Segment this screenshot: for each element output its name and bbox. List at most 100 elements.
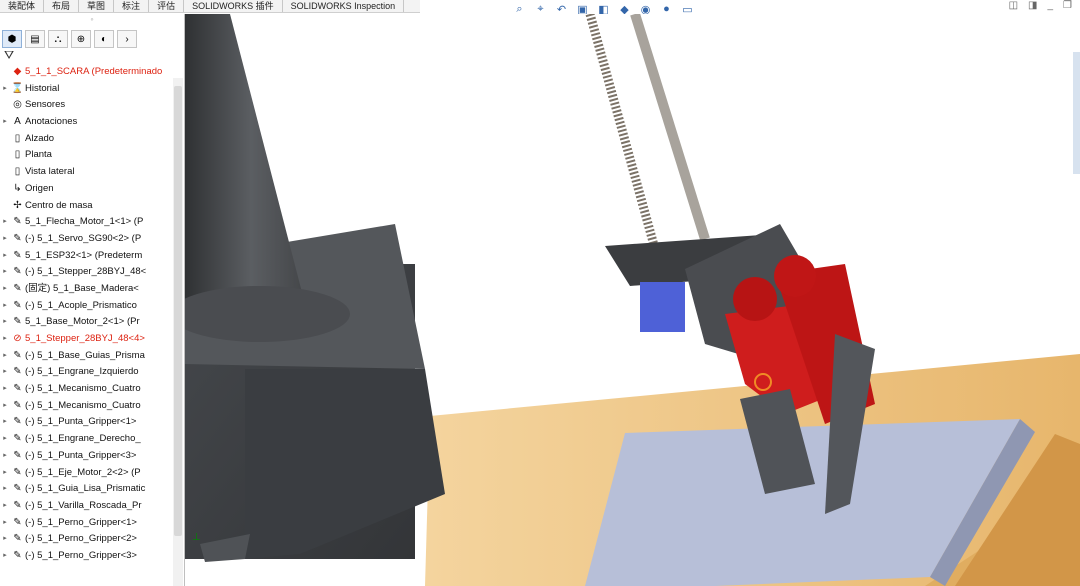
tree-item-label: 5_1_Stepper_28BYJ_48<4> [25, 333, 145, 344]
expand-arrow-icon[interactable]: ▸ [0, 414, 10, 431]
tab-assembly[interactable]: 装配体 [0, 0, 45, 12]
plane-icon: ▯ [14, 166, 21, 178]
feature-manager-tree-icon[interactable]: ⬢ [2, 30, 22, 48]
tree-item[interactable]: ▸ ✎ (-) 5_1_Eje_Motor_2<2> (P [0, 465, 184, 482]
tree-item[interactable]: ◎ Sensores [0, 97, 184, 114]
part-icon: ✎ [13, 449, 22, 461]
tree-item[interactable]: ▸ ⌛ Historial [0, 81, 184, 98]
tree-item[interactable]: ▸ ✎ (-) 5_1_Base_Guias_Prisma [0, 348, 184, 365]
tree-item[interactable]: ▸ ✎ (-) 5_1_Perno_Gripper<1> [0, 515, 184, 532]
filter-icon[interactable]: ⛛ [0, 48, 184, 64]
expand-arrow-icon[interactable]: ▸ [0, 481, 10, 498]
expand-arrow-icon[interactable]: ▸ [0, 364, 10, 381]
tree-item[interactable]: ▸ A Anotaciones [0, 114, 184, 131]
dimxpert-manager-icon[interactable]: ⊕ [71, 30, 91, 48]
tab-solidworks-addins[interactable]: SOLIDWORKS 插件 [184, 0, 283, 12]
expand-arrow-icon[interactable]: ▸ [0, 398, 10, 415]
task-pane-strip[interactable] [1073, 52, 1080, 174]
tree-item[interactable]: ▸ ✎ (-) 5_1_Acople_Prismatico [0, 298, 184, 315]
tree-item-label: 5_1_Flecha_Motor_1<1> (P [25, 216, 144, 228]
tree-item[interactable]: ▸ ✎ (-) 5_1_Punta_Gripper<1> [0, 414, 184, 431]
expand-arrow-icon[interactable]: ▸ [0, 548, 10, 565]
assembly-3d-model[interactable] [185, 14, 1080, 586]
expand-arrow-icon[interactable]: ▸ [0, 515, 10, 532]
tree-item[interactable]: ◆ 5_1_1_SCARA (Predeterminado [0, 64, 184, 81]
part-error-icon: ⊘ [13, 333, 22, 344]
tree-item[interactable]: ▸ ✎ 5_1_Flecha_Motor_1<1> (P [0, 214, 184, 231]
tree-item[interactable]: ▸ ✎ 5_1_Base_Motor_2<1> (Pr [0, 314, 184, 331]
tab-evaluate[interactable]: 评估 [149, 0, 185, 12]
configuration-manager-icon[interactable]: ⛬ [48, 30, 68, 48]
part-icon: ✎ [13, 232, 22, 244]
tower-shaft [185, 14, 305, 319]
tree-item[interactable]: ▸ ✎ (-) 5_1_Punta_Gripper<3> [0, 448, 184, 465]
tab-markup[interactable]: 标注 [114, 0, 150, 12]
reference-triad-icon: ⊥ [192, 532, 201, 543]
panel-grip-icon[interactable]: ◦ [0, 14, 184, 30]
gear-right [774, 255, 816, 297]
expand-arrow-icon[interactable]: ▸ [0, 248, 10, 265]
tree-item[interactable]: ▸ ✎ (-) 5_1_Stepper_28BYJ_48< [0, 264, 184, 281]
tree-item[interactable]: ▸ ✎ (-) 5_1_Varilla_Roscada_Pr [0, 498, 184, 515]
tree-item-label: Centro de masa [25, 199, 93, 211]
tree-item[interactable]: ↳ Origen [0, 181, 184, 198]
command-manager-tabs: 装配体 布局 草图 标注 评估 SOLIDWORKS 插件 SOLIDWORKS… [0, 0, 420, 13]
expand-arrow-icon[interactable]: ▸ [0, 498, 10, 515]
tree-item[interactable]: ▸ ✎ (-) 5_1_Engrane_Izquierdo [0, 364, 184, 381]
more-tabs-icon[interactable]: › [117, 30, 137, 48]
expand-arrow-icon[interactable]: ▸ [0, 281, 10, 298]
tree-item-label: (-) 5_1_Mecanismo_Cuatro [25, 383, 141, 395]
sensor-icon: ◎ [13, 99, 22, 111]
tree-item[interactable]: ▸ ✎ (-) 5_1_Perno_Gripper<3> [0, 548, 184, 565]
expand-arrow-icon[interactable]: ▸ [0, 298, 10, 315]
expand-arrow-icon[interactable]: ▸ [0, 314, 10, 331]
expand-arrow-icon[interactable]: ▸ [0, 264, 10, 281]
tree-item[interactable]: ▸ ✎ (-) 5_1_Mecanismo_Cuatro [0, 381, 184, 398]
tree-item[interactable]: ▯ Planta [0, 147, 184, 164]
display-manager-icon[interactable]: ◐ [94, 30, 114, 48]
tree-item-label: Anotaciones [25, 116, 78, 128]
restore-icon[interactable]: ❐ [1063, 0, 1072, 11]
tree-item-label: (-) 5_1_Engrane_Izquierdo [25, 366, 139, 378]
tree-item[interactable]: ▸ ✎ (-) 5_1_Engrane_Derecho_ [0, 431, 184, 448]
expand-arrow-icon[interactable]: ▸ [0, 331, 10, 348]
expand-arrow-icon[interactable]: ▸ [0, 448, 10, 465]
tile-right-icon[interactable]: ◨ [1028, 0, 1037, 11]
tree-item-label: 5_1_1_SCARA (Predeterminado [25, 66, 163, 77]
tree-item-label: (-) 5_1_Perno_Gripper<3> [25, 549, 137, 561]
feature-tree: ◆ 5_1_1_SCARA (Predeterminado ▸ ⌛ Historial ◎… [0, 64, 184, 565]
tree-item-label: (-) 5_1_Varilla_Roscada_Pr [25, 499, 142, 511]
tree-item[interactable]: ✢ Centro de masa [0, 198, 184, 215]
tree-item-label: Alzado [25, 132, 55, 144]
tree-item[interactable]: ▯ Alzado [0, 131, 184, 148]
expand-arrow-icon[interactable]: ▸ [0, 381, 10, 398]
tab-solidworks-inspection[interactable]: SOLIDWORKS Inspection [283, 0, 405, 12]
graphics-viewport[interactable] [185, 14, 1080, 586]
expand-arrow-icon[interactable]: ▸ [0, 431, 10, 448]
tree-item-label: Planta [25, 149, 52, 161]
tab-sketch[interactable]: 草图 [79, 0, 115, 12]
expand-arrow-icon[interactable]: ▸ [0, 114, 10, 131]
expand-arrow-icon[interactable]: ▸ [0, 348, 10, 365]
tree-item[interactable]: ▸ ✎ 5_1_ESP32<1> (Predeterm [0, 248, 184, 265]
tree-item[interactable]: ▸ ✎ (-) 5_1_Perno_Gripper<2> [0, 531, 184, 548]
part-icon: ✎ [13, 316, 22, 328]
expand-arrow-icon[interactable]: ▸ [0, 231, 10, 248]
expand-arrow-icon[interactable]: ▸ [0, 531, 10, 548]
part-icon: ✎ [13, 416, 22, 428]
scrollbar-thumb[interactable] [174, 86, 182, 536]
tree-item[interactable]: ▯ Vista lateral [0, 164, 184, 181]
tree-item[interactable]: ▸ ✎ (固定) 5_1_Base_Madera< [0, 281, 184, 298]
tree-item[interactable]: ▸ ✎ (-) 5_1_Mecanismo_Cuatro [0, 398, 184, 415]
tree-item[interactable]: ▸ ✎ (-) 5_1_Servo_SG90<2> (P [0, 231, 184, 248]
tab-layout[interactable]: 布局 [44, 0, 80, 12]
tile-left-icon[interactable]: ◫ [1009, 0, 1018, 11]
feature-tree-scrollbar[interactable] [173, 78, 183, 586]
tree-item[interactable]: ▸ ✎ (-) 5_1_Guia_Lisa_Prismatic [0, 481, 184, 498]
property-manager-icon[interactable]: ▤ [25, 30, 45, 48]
expand-arrow-icon[interactable]: ▸ [0, 81, 10, 98]
expand-arrow-icon[interactable]: ▸ [0, 465, 10, 482]
expand-arrow-icon[interactable]: ▸ [0, 214, 10, 231]
minimize-icon[interactable]: _ [1047, 0, 1053, 11]
tree-item[interactable]: ▸ ⊘ 5_1_Stepper_28BYJ_48<4> [0, 331, 184, 348]
